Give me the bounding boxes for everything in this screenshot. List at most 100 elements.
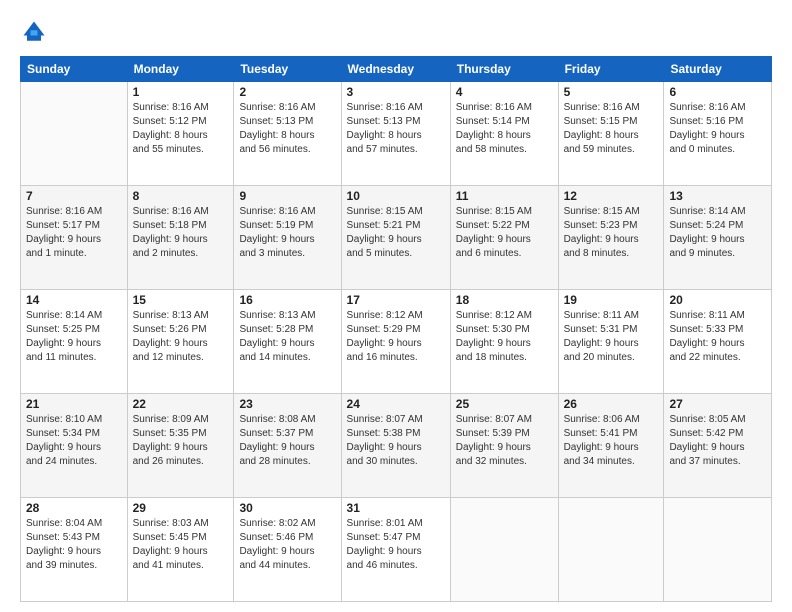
day-cell: 9Sunrise: 8:16 AM Sunset: 5:19 PM Daylig… xyxy=(234,186,341,290)
day-cell: 27Sunrise: 8:05 AM Sunset: 5:42 PM Dayli… xyxy=(664,394,772,498)
day-number: 8 xyxy=(133,189,229,203)
day-cell: 5 Sunrise: 8:16 AM Sunset: 5:15 PM Daylig… xyxy=(558,82,664,186)
day-number: 7 xyxy=(26,189,122,203)
weekday-header-saturday: Saturday xyxy=(664,57,772,82)
day-info: Sunrise: 8:03 AM Sunset: 5:45 PM Dayligh… xyxy=(133,517,229,573)
day-info: Sunrise: 8:16 AM Sunset: 5:18 PM Dayligh… xyxy=(133,205,229,261)
day-number: 30 xyxy=(239,501,335,515)
day-cell: 12Sunrise: 8:15 AM Sunset: 5:23 PM Dayli… xyxy=(558,186,664,290)
day-cell: 3Sunrise: 8:16 AM Sunset: 5:13 PM Daylig… xyxy=(341,82,450,186)
day-number: 5 xyxy=(564,85,659,99)
day-info: Sunrise: 8:07 AM Sunset: 5:38 PM Dayligh… xyxy=(347,413,445,469)
day-info: Sunrise: 8:13 AM Sunset: 5:26 PM Dayligh… xyxy=(133,309,229,365)
day-cell: 22 Sunrise: 8:09 AM Sunset: 5:35 PM Dayli… xyxy=(127,394,234,498)
day-number: 17 xyxy=(347,293,445,307)
day-info: Sunrise: 8:14 AM Sunset: 5:25 PM Dayligh… xyxy=(26,309,122,365)
weekday-header-monday: Monday xyxy=(127,57,234,82)
day-cell: 30 Sunrise: 8:02 AM Sunset: 5:46 PM Dayli… xyxy=(234,498,341,602)
day-info: Sunrise: 8:04 AM Sunset: 5:43 PM Dayligh… xyxy=(26,517,122,573)
day-cell: 8 Sunrise: 8:16 AM Sunset: 5:18 PM Daylig… xyxy=(127,186,234,290)
week-row-2: 14 Sunrise: 8:14 AM Sunset: 5:25 PM Dayli… xyxy=(21,290,772,394)
day-info: Sunrise: 8:06 AM Sunset: 5:41 PM Dayligh… xyxy=(564,413,659,469)
day-number: 19 xyxy=(564,293,659,307)
weekday-header-sunday: Sunday xyxy=(21,57,128,82)
header xyxy=(20,18,772,46)
day-cell xyxy=(21,82,128,186)
day-info: Sunrise: 8:07 AM Sunset: 5:39 PM Dayligh… xyxy=(456,413,553,469)
day-cell: 2 Sunrise: 8:16 AM Sunset: 5:13 PM Daylig… xyxy=(234,82,341,186)
weekday-header-tuesday: Tuesday xyxy=(234,57,341,82)
day-info: Sunrise: 8:16 AM Sunset: 5:19 PM Dayligh… xyxy=(239,205,335,261)
day-info: Sunrise: 8:16 AM Sunset: 5:16 PM Dayligh… xyxy=(669,101,766,157)
day-info: Sunrise: 8:16 AM Sunset: 5:13 PM Dayligh… xyxy=(239,101,335,157)
day-cell: 1 Sunrise: 8:16 AM Sunset: 5:12 PM Daylig… xyxy=(127,82,234,186)
logo-icon xyxy=(20,18,48,46)
day-number: 14 xyxy=(26,293,122,307)
day-info: Sunrise: 8:08 AM Sunset: 5:37 PM Dayligh… xyxy=(239,413,335,469)
weekday-header-thursday: Thursday xyxy=(450,57,558,82)
day-cell: 4 Sunrise: 8:16 AM Sunset: 5:14 PM Daylig… xyxy=(450,82,558,186)
day-cell: 7Sunrise: 8:16 AM Sunset: 5:17 PM Daylig… xyxy=(21,186,128,290)
day-number: 22 xyxy=(133,397,229,411)
day-number: 29 xyxy=(133,501,229,515)
day-cell: 28 Sunrise: 8:04 AM Sunset: 5:43 PM Dayli… xyxy=(21,498,128,602)
logo xyxy=(20,18,52,46)
weekday-header-wednesday: Wednesday xyxy=(341,57,450,82)
day-info: Sunrise: 8:12 AM Sunset: 5:30 PM Dayligh… xyxy=(456,309,553,365)
day-cell: 16Sunrise: 8:13 AM Sunset: 5:28 PM Dayli… xyxy=(234,290,341,394)
day-number: 6 xyxy=(669,85,766,99)
day-cell: 14 Sunrise: 8:14 AM Sunset: 5:25 PM Dayli… xyxy=(21,290,128,394)
day-number: 15 xyxy=(133,293,229,307)
day-info: Sunrise: 8:01 AM Sunset: 5:47 PM Dayligh… xyxy=(347,517,445,573)
day-info: Sunrise: 8:13 AM Sunset: 5:28 PM Dayligh… xyxy=(239,309,335,365)
day-info: Sunrise: 8:16 AM Sunset: 5:12 PM Dayligh… xyxy=(133,101,229,157)
day-number: 11 xyxy=(456,189,553,203)
day-info: Sunrise: 8:16 AM Sunset: 5:14 PM Dayligh… xyxy=(456,101,553,157)
day-number: 28 xyxy=(26,501,122,515)
day-number: 3 xyxy=(347,85,445,99)
calendar-table: SundayMondayTuesdayWednesdayThursdayFrid… xyxy=(20,56,772,602)
day-cell: 10Sunrise: 8:15 AM Sunset: 5:21 PM Dayli… xyxy=(341,186,450,290)
day-number: 21 xyxy=(26,397,122,411)
day-cell: 31 Sunrise: 8:01 AM Sunset: 5:47 PM Dayli… xyxy=(341,498,450,602)
day-number: 26 xyxy=(564,397,659,411)
day-number: 23 xyxy=(239,397,335,411)
day-cell: 26 Sunrise: 8:06 AM Sunset: 5:41 PM Dayli… xyxy=(558,394,664,498)
day-number: 27 xyxy=(669,397,766,411)
day-number: 2 xyxy=(239,85,335,99)
day-cell: 6 Sunrise: 8:16 AM Sunset: 5:16 PM Daylig… xyxy=(664,82,772,186)
day-cell: 29 Sunrise: 8:03 AM Sunset: 5:45 PM Dayli… xyxy=(127,498,234,602)
day-number: 13 xyxy=(669,189,766,203)
day-info: Sunrise: 8:16 AM Sunset: 5:15 PM Dayligh… xyxy=(564,101,659,157)
day-cell: 18 Sunrise: 8:12 AM Sunset: 5:30 PM Dayli… xyxy=(450,290,558,394)
day-cell xyxy=(558,498,664,602)
day-number: 4 xyxy=(456,85,553,99)
day-cell: 23 Sunrise: 8:08 AM Sunset: 5:37 PM Dayli… xyxy=(234,394,341,498)
day-info: Sunrise: 8:11 AM Sunset: 5:33 PM Dayligh… xyxy=(669,309,766,365)
day-cell: 20 Sunrise: 8:11 AM Sunset: 5:33 PM Dayli… xyxy=(664,290,772,394)
day-number: 18 xyxy=(456,293,553,307)
day-cell: 21 Sunrise: 8:10 AM Sunset: 5:34 PM Dayli… xyxy=(21,394,128,498)
day-number: 10 xyxy=(347,189,445,203)
day-cell: 15 Sunrise: 8:13 AM Sunset: 5:26 PM Dayli… xyxy=(127,290,234,394)
day-number: 1 xyxy=(133,85,229,99)
day-number: 24 xyxy=(347,397,445,411)
day-info: Sunrise: 8:10 AM Sunset: 5:34 PM Dayligh… xyxy=(26,413,122,469)
day-info: Sunrise: 8:02 AM Sunset: 5:46 PM Dayligh… xyxy=(239,517,335,573)
day-number: 12 xyxy=(564,189,659,203)
weekday-header-row: SundayMondayTuesdayWednesdayThursdayFrid… xyxy=(21,57,772,82)
day-cell: 25 Sunrise: 8:07 AM Sunset: 5:39 PM Dayli… xyxy=(450,394,558,498)
day-number: 31 xyxy=(347,501,445,515)
day-info: Sunrise: 8:11 AM Sunset: 5:31 PM Dayligh… xyxy=(564,309,659,365)
day-number: 20 xyxy=(669,293,766,307)
day-info: Sunrise: 8:14 AM Sunset: 5:24 PM Dayligh… xyxy=(669,205,766,261)
week-row-0: 1 Sunrise: 8:16 AM Sunset: 5:12 PM Daylig… xyxy=(21,82,772,186)
day-cell xyxy=(664,498,772,602)
weekday-header-friday: Friday xyxy=(558,57,664,82)
day-number: 25 xyxy=(456,397,553,411)
day-cell xyxy=(450,498,558,602)
day-info: Sunrise: 8:09 AM Sunset: 5:35 PM Dayligh… xyxy=(133,413,229,469)
day-cell: 17Sunrise: 8:12 AM Sunset: 5:29 PM Dayli… xyxy=(341,290,450,394)
day-info: Sunrise: 8:15 AM Sunset: 5:22 PM Dayligh… xyxy=(456,205,553,261)
day-cell: 19 Sunrise: 8:11 AM Sunset: 5:31 PM Dayli… xyxy=(558,290,664,394)
